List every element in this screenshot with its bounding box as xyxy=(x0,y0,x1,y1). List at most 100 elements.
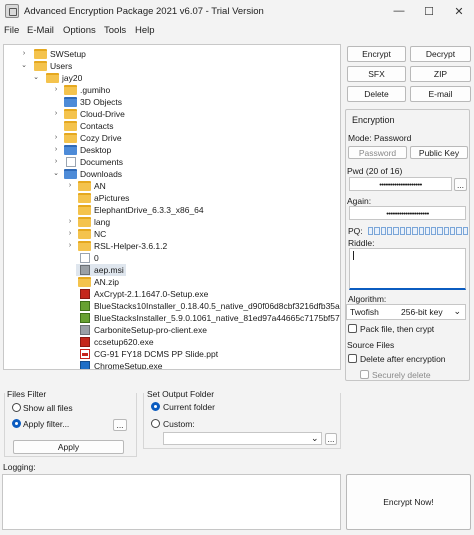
menu-options[interactable]: Options xyxy=(63,25,96,36)
tree-row[interactable]: aPictures xyxy=(4,192,340,204)
tree-row[interactable]: ⌄ Downloads xyxy=(4,168,340,180)
tree-row[interactable]: ccsetup620.exe xyxy=(4,336,340,348)
securely-delete-label: Securely delete xyxy=(372,370,431,380)
menu-help[interactable]: Help xyxy=(135,25,155,36)
tree-row[interactable]: › Desktop xyxy=(4,144,340,156)
email-button[interactable]: E-mail xyxy=(410,86,471,102)
downloads-folder-icon xyxy=(64,169,77,179)
folder-icon xyxy=(78,181,91,191)
tree-label: Cozy Drive xyxy=(80,133,122,143)
tree-row[interactable]: › lang xyxy=(4,216,340,228)
filter-options-button[interactable]: ... xyxy=(113,419,127,431)
securely-delete-checkbox[interactable] xyxy=(360,370,369,379)
chevron-right-icon[interactable]: › xyxy=(20,48,28,60)
pq-cell xyxy=(368,227,374,235)
log-output[interactable] xyxy=(2,474,341,530)
chevron-right-icon[interactable]: › xyxy=(52,84,60,96)
tree-row[interactable]: ElephantDrive_6.3.3_x86_64 xyxy=(4,204,340,216)
chevron-right-icon[interactable]: › xyxy=(52,156,60,168)
tree-row[interactable]: › AN xyxy=(4,180,340,192)
delete-button[interactable]: Delete xyxy=(347,86,406,102)
chevron-right-icon[interactable]: › xyxy=(66,240,74,252)
tree-row[interactable]: Contacts xyxy=(4,120,340,132)
chevron-right-icon[interactable]: › xyxy=(52,144,60,156)
chevron-right-icon[interactable]: › xyxy=(66,228,74,240)
again-label: Again: xyxy=(347,196,372,206)
window-title: Advanced Encryption Package 2021 v6.07 -… xyxy=(24,6,264,17)
tree-row[interactable]: › .gumiho xyxy=(4,84,340,96)
tree-row[interactable]: 3D Objects xyxy=(4,96,340,108)
riddle-input[interactable] xyxy=(349,248,466,290)
custom-folder-browse-button[interactable]: ... xyxy=(325,433,337,445)
tree-label: Users xyxy=(50,61,73,71)
encrypt-button[interactable]: Encrypt xyxy=(347,46,406,62)
minimize-button[interactable]: — xyxy=(384,0,414,22)
tree-row[interactable]: › Cozy Drive xyxy=(4,132,340,144)
apply-button[interactable]: Apply xyxy=(13,440,124,454)
tree-row[interactable]: › SWSetup xyxy=(4,48,340,60)
tree-row[interactable]: › Cloud-Drive xyxy=(4,108,340,120)
show-all-files-label: Show all files xyxy=(23,403,73,413)
maximize-button[interactable]: ☐ xyxy=(414,0,444,22)
delete-after-checkbox[interactable] xyxy=(348,354,357,363)
custom-folder-radio[interactable] xyxy=(151,419,160,428)
zip-button[interactable]: ZIP xyxy=(410,66,471,82)
zip-file-icon xyxy=(78,277,91,287)
chevron-down-icon[interactable]: ⌄ xyxy=(32,72,40,84)
pq-cell xyxy=(418,227,424,235)
pq-cell xyxy=(380,227,386,235)
tree-row[interactable]: BlueStacks10Installer_0.18.40.5_native_d… xyxy=(4,300,340,312)
file-tree[interactable]: › SWSetup ⌄ Users ⌄ jay20 › .gumiho 3D O… xyxy=(3,44,341,370)
tree-row[interactable]: ChromeSetup.exe xyxy=(4,360,340,369)
current-folder-radio[interactable] xyxy=(151,402,160,411)
decrypt-button[interactable]: Decrypt xyxy=(410,46,471,62)
public-key-mode-button[interactable]: Public Key xyxy=(410,146,468,159)
3d-objects-folder-icon xyxy=(64,97,77,107)
tree-label: .gumiho xyxy=(80,85,111,95)
tree-label: CarboniteSetup-pro-client.exe xyxy=(94,325,207,335)
menu-email[interactable]: E-Mail xyxy=(27,25,54,36)
tree-row-selected[interactable]: aep.msi xyxy=(76,264,126,276)
pq-cell xyxy=(386,227,393,235)
password-mode-button[interactable]: Password xyxy=(348,146,407,159)
apply-filter-radio[interactable] xyxy=(12,419,21,428)
password-field[interactable]: •••••••••••••••••••• xyxy=(349,177,452,191)
folder-icon xyxy=(46,73,59,83)
close-button[interactable]: ✕ xyxy=(444,0,474,22)
password-confirm-field[interactable]: •••••••••••••••••••• xyxy=(349,206,466,220)
show-all-files-radio[interactable] xyxy=(12,403,21,412)
custom-folder-select[interactable]: ⌄ xyxy=(163,432,322,445)
chevron-right-icon[interactable]: › xyxy=(66,216,74,228)
pack-file-checkbox[interactable] xyxy=(348,324,357,333)
tree-row[interactable]: ⌄ Users xyxy=(4,60,340,72)
tree-label: aPictures xyxy=(94,193,130,203)
tree-row[interactable]: BlueStacksInstaller_5.9.0.1061_native_81… xyxy=(4,312,340,324)
password-options-button[interactable]: ... xyxy=(454,178,467,191)
tree-label: AN.zip xyxy=(94,277,120,287)
chevron-down-icon[interactable]: ⌄ xyxy=(52,168,60,180)
chevron-right-icon[interactable]: › xyxy=(66,180,74,192)
tree-row[interactable]: ⌄ jay20 xyxy=(4,72,340,84)
menu-tools[interactable]: Tools xyxy=(104,25,126,36)
tree-row[interactable]: › Documents xyxy=(4,156,340,168)
tree-row[interactable]: AxCrypt-2.1.1647.0-Setup.exe xyxy=(4,288,340,300)
desktop-folder-icon xyxy=(64,145,77,155)
tree-row[interactable]: › NC xyxy=(4,228,340,240)
algorithm-select[interactable]: Twofish 256-bit key ⌄ xyxy=(346,304,466,320)
chevron-down-icon: ⌄ xyxy=(310,433,319,443)
tree-label: ccsetup620.exe xyxy=(94,337,154,347)
tree-row[interactable]: CG-91 FY18 DCMS PP Slide.ppt xyxy=(4,348,340,360)
algorithm-key-size: 256-bit key xyxy=(401,307,443,317)
tree-row[interactable]: 0 xyxy=(4,252,340,264)
chevron-right-icon[interactable]: › xyxy=(52,108,60,120)
tree-row[interactable]: AN.zip xyxy=(4,276,340,288)
sfx-button[interactable]: SFX xyxy=(347,66,406,82)
pq-cell xyxy=(405,227,412,235)
chevron-right-icon[interactable]: › xyxy=(52,132,60,144)
menu-file[interactable]: File xyxy=(4,25,19,36)
tree-row[interactable]: › RSL-Helper-3.6.1.2 xyxy=(4,240,340,252)
folder-icon xyxy=(78,229,91,239)
chevron-down-icon[interactable]: ⌄ xyxy=(20,60,28,72)
tree-row[interactable]: CarboniteSetup-pro-client.exe xyxy=(4,324,340,336)
encrypt-now-button[interactable]: Encrypt Now! xyxy=(346,474,471,530)
